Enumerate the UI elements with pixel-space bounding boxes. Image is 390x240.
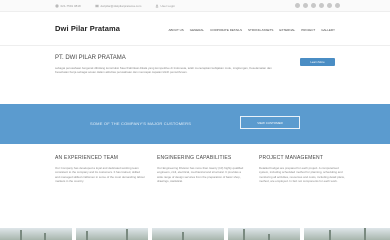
nav-project[interactable]: PROJECT	[301, 28, 315, 32]
project-photo[interactable]	[152, 228, 224, 240]
phone-number: 021-7591 0818	[60, 4, 81, 8]
customers-band	[0, 104, 390, 144]
email-address[interactable]: dwipilar@dwipilarpratama.com	[101, 4, 142, 8]
email-contact[interactable]: dwipilar@dwipilarpratama.com	[95, 4, 141, 8]
view-customer-button[interactable]: VIEW CUSTOMER	[240, 116, 300, 129]
features: AN EXPERIENCED TEAM Our Company has deve…	[55, 155, 355, 183]
linkedin-icon[interactable]	[335, 3, 340, 8]
feature-project-management: PROJECT MANAGEMENT Detailed budget are p…	[259, 155, 349, 183]
nav-about[interactable]: ABOUT US	[168, 28, 183, 32]
site-header: Dwi Pilar Pratama ABOUT US GENERAL CORPO…	[0, 12, 390, 46]
main-nav: ABOUT US GENERAL CORPORATE DETAILS STRON…	[168, 28, 335, 32]
nav-general[interactable]: GENERAL	[190, 28, 204, 32]
feature-text: Detailed budget are prepared for each pr…	[259, 166, 345, 183]
mail-icon	[95, 4, 99, 8]
feature-engineering: ENGINEERING CAPABILITIES Our Engineering…	[157, 155, 247, 183]
project-photo[interactable]	[304, 228, 390, 240]
twitter-icon[interactable]	[303, 3, 308, 8]
user-login[interactable]: User Login	[155, 4, 175, 8]
feature-title: ENGINEERING CAPABILITIES	[157, 155, 232, 161]
site-logo[interactable]: Dwi Pilar Pratama	[55, 24, 120, 33]
user-icon	[155, 4, 159, 8]
pinterest-icon[interactable]	[319, 3, 324, 8]
feature-text: Our Engineering Division has more than t…	[157, 166, 244, 183]
project-photo[interactable]	[0, 228, 72, 240]
feature-title: AN EXPERIENCED TEAM	[55, 155, 119, 161]
phone-icon	[55, 4, 59, 8]
facebook-icon[interactable]	[295, 3, 300, 8]
feature-title: PROJECT MANAGEMENT	[259, 155, 324, 161]
instagram-icon[interactable]	[327, 3, 332, 8]
feature-team: AN EXPERIENCED TEAM Our Company has deve…	[55, 155, 145, 183]
login-link[interactable]: User Login	[161, 4, 176, 8]
project-photo[interactable]	[228, 228, 300, 240]
google-plus-icon[interactable]	[311, 3, 316, 8]
nav-corporate-details[interactable]: CORPORATE DETAILS	[210, 28, 242, 32]
customers-band-title: SOME OF THE COMPANY'S MAJOR CUSTOMERS	[90, 121, 192, 126]
intro-text: sebagai perusahaan bergerak dibidang kon…	[55, 66, 272, 75]
nav-external[interactable]: EXTERNAL	[279, 28, 295, 32]
nav-strong-assets[interactable]: STRONG ASSETS	[248, 28, 273, 32]
feature-text: Our Company has developed a loyal and de…	[55, 166, 145, 183]
phone-contact: 021-7591 0818	[55, 4, 81, 8]
social-links	[295, 3, 340, 8]
project-photos	[0, 228, 390, 240]
nav-gallery[interactable]: GALLERY	[321, 28, 335, 32]
top-bar: 021-7591 0818 dwipilar@dwipilarpratama.c…	[0, 0, 390, 12]
project-photo[interactable]	[76, 228, 148, 240]
learn-more-button[interactable]: Learn More	[300, 58, 335, 66]
